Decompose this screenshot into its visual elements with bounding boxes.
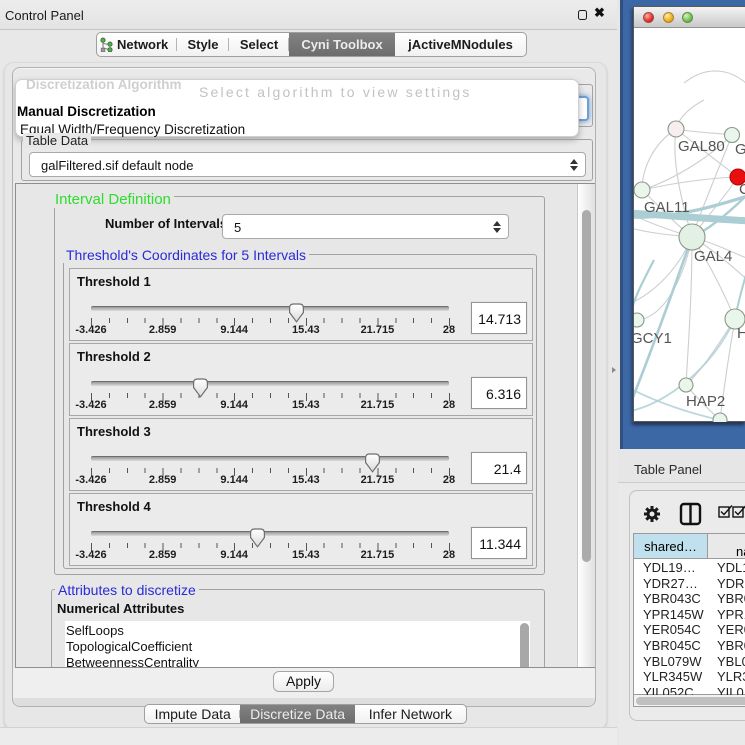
svg-text:GA: GA: [735, 141, 745, 158]
svg-text:GCY1: GCY1: [634, 330, 672, 347]
svg-text:GAL80: GAL80: [678, 138, 725, 155]
svg-text:GAL4: GAL4: [694, 248, 732, 265]
svg-text:HAP2: HAP2: [686, 393, 725, 410]
svg-text:C: C: [739, 181, 745, 198]
svg-text:H: H: [737, 325, 745, 342]
svg-text:GAL11: GAL11: [644, 199, 690, 216]
